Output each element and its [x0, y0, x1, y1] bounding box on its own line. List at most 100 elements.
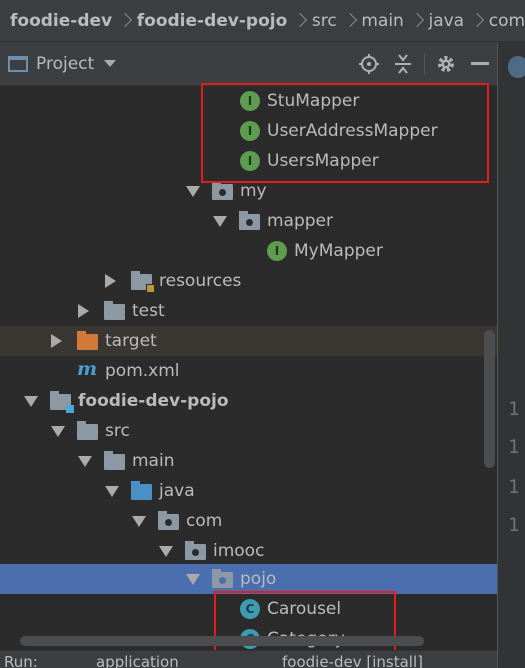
maven-icon: m [77, 358, 98, 380]
breadcrumb-item[interactable]: foodie-dev-pojo [137, 11, 288, 31]
class-icon: C [240, 599, 260, 619]
gear-icon[interactable] [429, 49, 463, 79]
tree-item[interactable]: I MyMapper [0, 236, 497, 266]
package-folder-icon [212, 181, 233, 200]
chevron-right-icon [120, 12, 129, 30]
breadcrumb: foodie-dev foodie-dev-pojo src main java… [0, 0, 525, 42]
line-number: 1 [508, 514, 520, 536]
line-number: 1 [508, 476, 520, 498]
tree-item-label: src [105, 421, 130, 441]
breadcrumb-item[interactable]: com [489, 11, 525, 31]
chevron-down-icon[interactable] [186, 574, 200, 585]
tree-item[interactable]: C Carousel [0, 594, 497, 624]
source-folder-icon [131, 481, 152, 500]
tree-item[interactable]: foodie-dev-pojo [0, 386, 497, 416]
chevron-right-icon [295, 12, 304, 30]
breadcrumb-item[interactable]: main [361, 11, 403, 31]
chevron-right-icon[interactable] [78, 304, 89, 318]
line-number: 1 [508, 436, 520, 458]
chevron-right-icon [472, 12, 481, 30]
tree-item[interactable]: my [0, 176, 497, 206]
tree-item[interactable]: imooc [0, 536, 497, 566]
project-toolwindow-header: Project [0, 42, 497, 86]
minimize-icon[interactable] [463, 49, 497, 79]
resources-folder-icon [131, 271, 155, 293]
tree-item[interactable]: java [0, 476, 497, 506]
tree-item[interactable]: mapper [0, 206, 497, 236]
chevron-down-icon[interactable] [105, 486, 119, 497]
interface-icon: I [240, 151, 260, 171]
tree-item-label: MyMapper [294, 241, 383, 261]
chevron-right-icon[interactable] [51, 334, 62, 348]
tree-item[interactable]: I StuMapper [0, 86, 497, 116]
run-toolbar: Run: application foodie-dev [install] [0, 650, 497, 668]
chevron-right-icon [412, 12, 421, 30]
breadcrumb-item[interactable]: foodie-dev [10, 11, 112, 31]
horizontal-scrollbar[interactable] [20, 636, 424, 646]
locate-file-icon[interactable] [352, 49, 386, 79]
chevron-down-icon[interactable] [51, 426, 65, 437]
run-label: Run: [4, 653, 38, 668]
vertical-scrollbar[interactable] [484, 330, 495, 468]
tree-item-label: pom.xml [105, 361, 180, 381]
tree-item-label: StuMapper [267, 91, 360, 111]
chevron-down-icon[interactable] [78, 456, 92, 467]
toolbar-divider [424, 52, 425, 75]
folder-icon [77, 421, 98, 440]
tree-item[interactable]: resources [0, 266, 497, 296]
tree-item-label: resources [159, 271, 242, 291]
tree-item[interactable]: test [0, 296, 497, 326]
chevron-down-icon[interactable] [159, 546, 173, 557]
tree-item-label: my [240, 181, 267, 201]
tree-item-label: UsersMapper [267, 151, 379, 171]
chevron-down-icon[interactable] [186, 186, 200, 197]
tree-item[interactable]: target [0, 326, 497, 356]
tree-item[interactable]: src [0, 416, 497, 446]
collapse-all-icon[interactable] [386, 49, 420, 79]
tree-item-selected[interactable]: pojo [0, 564, 497, 594]
project-window-icon [8, 55, 28, 72]
chevron-down-icon[interactable] [132, 516, 146, 527]
project-tree[interactable]: I StuMapper I UserAddressMapper I UsersM… [0, 86, 497, 650]
tree-item[interactable]: m pom.xml [0, 356, 497, 386]
tree-item-label: test [132, 301, 165, 321]
excluded-folder-icon [77, 331, 98, 350]
run-config-application[interactable]: application [96, 653, 179, 668]
package-folder-icon [212, 569, 233, 588]
chevron-down-icon[interactable] [24, 396, 38, 407]
tree-item-label: foodie-dev-pojo [78, 391, 229, 411]
package-folder-icon [158, 511, 179, 530]
package-folder-icon [239, 211, 260, 230]
tree-item-label: target [105, 331, 157, 351]
interface-icon: I [267, 241, 287, 261]
tree-item-label: UserAddressMapper [267, 121, 438, 141]
tree-item[interactable]: I UserAddressMapper [0, 116, 497, 146]
breadcrumb-item[interactable]: src [312, 11, 337, 31]
package-folder-icon [185, 541, 206, 560]
editor-tab-icon[interactable] [508, 56, 525, 78]
line-number: 1 [508, 398, 520, 420]
chevron-down-icon[interactable] [104, 60, 117, 67]
breadcrumb-item[interactable]: java [428, 11, 464, 31]
tree-item[interactable]: main [0, 446, 497, 476]
interface-icon: I [240, 91, 260, 111]
tree-item[interactable]: I UsersMapper [0, 146, 497, 176]
project-view-title[interactable]: Project [36, 54, 94, 74]
tree-item-label: pojo [240, 569, 277, 589]
tree-item-label: com [186, 511, 223, 531]
folder-icon [104, 451, 125, 470]
chevron-right-icon [345, 12, 354, 30]
tree-item-label: main [132, 451, 175, 471]
run-config-install[interactable]: foodie-dev [install] [282, 653, 423, 668]
tree-item[interactable]: com [0, 506, 497, 536]
tree-item-label: imooc [213, 541, 265, 561]
module-folder-icon [50, 391, 74, 413]
chevron-right-icon[interactable] [105, 274, 116, 288]
tree-item-label: Carousel [267, 599, 342, 619]
tree-item-label: mapper [267, 211, 334, 231]
folder-icon [104, 301, 125, 320]
chevron-down-icon[interactable] [213, 216, 227, 227]
tree-item-label: java [159, 481, 195, 501]
editor-gutter: 1 1 1 1 [497, 42, 525, 668]
interface-icon: I [240, 121, 260, 141]
